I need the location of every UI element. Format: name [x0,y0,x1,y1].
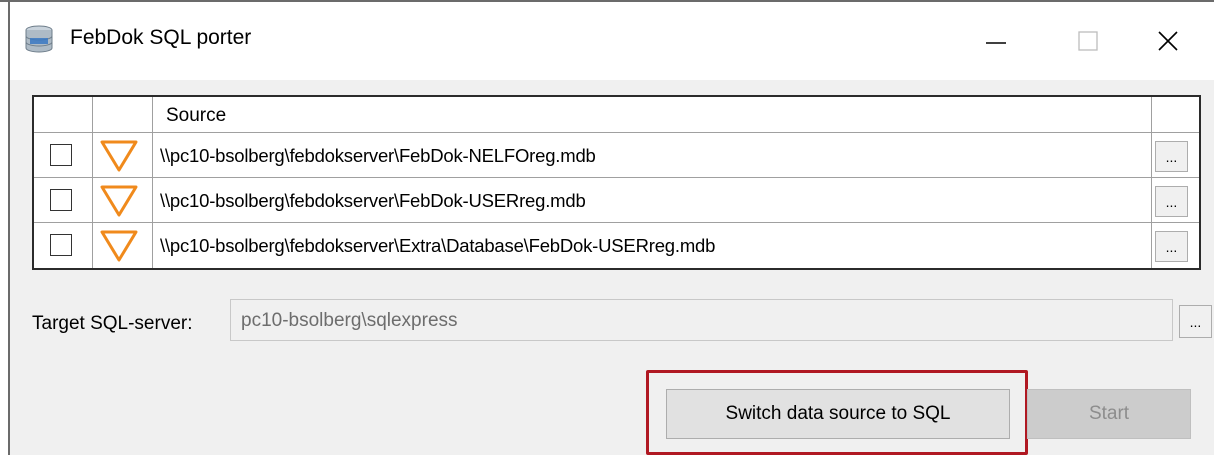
source-path: \\pc10-bsolberg\febdokserver\FebDok-USER… [160,190,586,211]
row-checkbox[interactable] [50,234,72,256]
minimize-icon [986,42,1006,44]
window-title: FebDok SQL porter [70,26,252,49]
source-grid: Source \\pc10-bsolberg\febdokserver\FebD… [32,95,1201,270]
target-server-label: Target SQL-server: [32,313,193,334]
table-row[interactable]: \\pc10-bsolberg\febdokserver\FebDok-USER… [34,179,1199,223]
browse-source-button[interactable]: ... [1155,141,1188,172]
browse-source-button[interactable]: ... [1155,186,1188,217]
table-row[interactable]: \\pc10-bsolberg\febdokserver\Extra\Datab… [34,224,1199,268]
database-icon [25,25,53,53]
start-button[interactable]: Start [1027,389,1191,439]
grid-header: Source [34,97,1199,133]
row-checkbox[interactable] [50,144,72,166]
warning-triangle-icon [100,140,138,172]
source-path: \\pc10-bsolberg\febdokserver\Extra\Datab… [160,235,716,256]
source-path: \\pc10-bsolberg\febdokserver\FebDok-NELF… [160,145,596,166]
table-row[interactable]: \\pc10-bsolberg\febdokserver\FebDok-NELF… [34,134,1199,178]
maximize-button[interactable] [1042,2,1134,80]
minimize-button[interactable] [950,2,1042,80]
switch-data-source-button[interactable]: Switch data source to SQL [666,389,1010,439]
column-header-source: Source [166,105,227,126]
target-server-input[interactable]: pc10-bsolberg\sqlexpress [230,299,1173,341]
warning-triangle-icon [100,185,138,217]
close-icon [1158,31,1178,51]
close-button[interactable] [1122,2,1214,80]
maximize-icon [1078,31,1098,51]
warning-triangle-icon [100,230,138,262]
row-checkbox[interactable] [50,189,72,211]
browse-source-button[interactable]: ... [1155,231,1188,262]
browse-target-button[interactable]: ... [1179,305,1212,338]
